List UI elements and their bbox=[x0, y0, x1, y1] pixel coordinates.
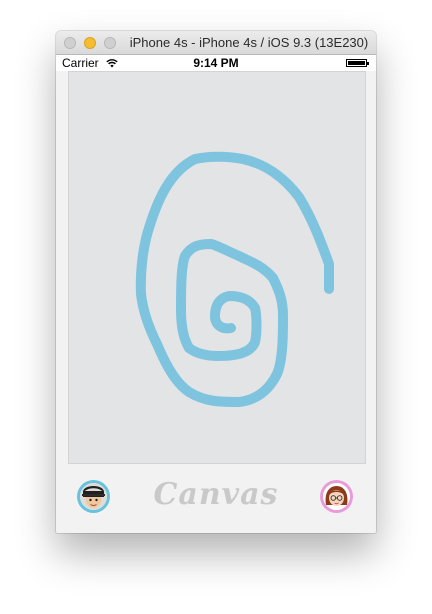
bottom-toolbar: Canvas bbox=[56, 465, 376, 533]
close-button[interactable] bbox=[64, 37, 76, 49]
girl-avatar[interactable] bbox=[320, 480, 353, 513]
status-time: 9:14 PM bbox=[193, 56, 239, 70]
window-title: iPhone 4s - iPhone 4s / iOS 9.3 (13E230) bbox=[129, 35, 369, 50]
minimize-button[interactable] bbox=[84, 37, 96, 49]
drawn-spiral-stroke bbox=[135, 151, 334, 407]
battery-icon bbox=[346, 59, 369, 67]
drawing-canvas[interactable] bbox=[68, 71, 366, 464]
zoom-button[interactable] bbox=[104, 37, 116, 49]
status-bar: Carrier 9:14 PM bbox=[56, 55, 376, 71]
title-bar[interactable]: iPhone 4s - iPhone 4s / iOS 9.3 (13E230) bbox=[56, 31, 376, 55]
girl-face-icon bbox=[323, 483, 350, 510]
drawing-surface bbox=[135, 151, 334, 407]
simulator-window: iPhone 4s - iPhone 4s / iOS 9.3 (13E230)… bbox=[56, 31, 376, 533]
